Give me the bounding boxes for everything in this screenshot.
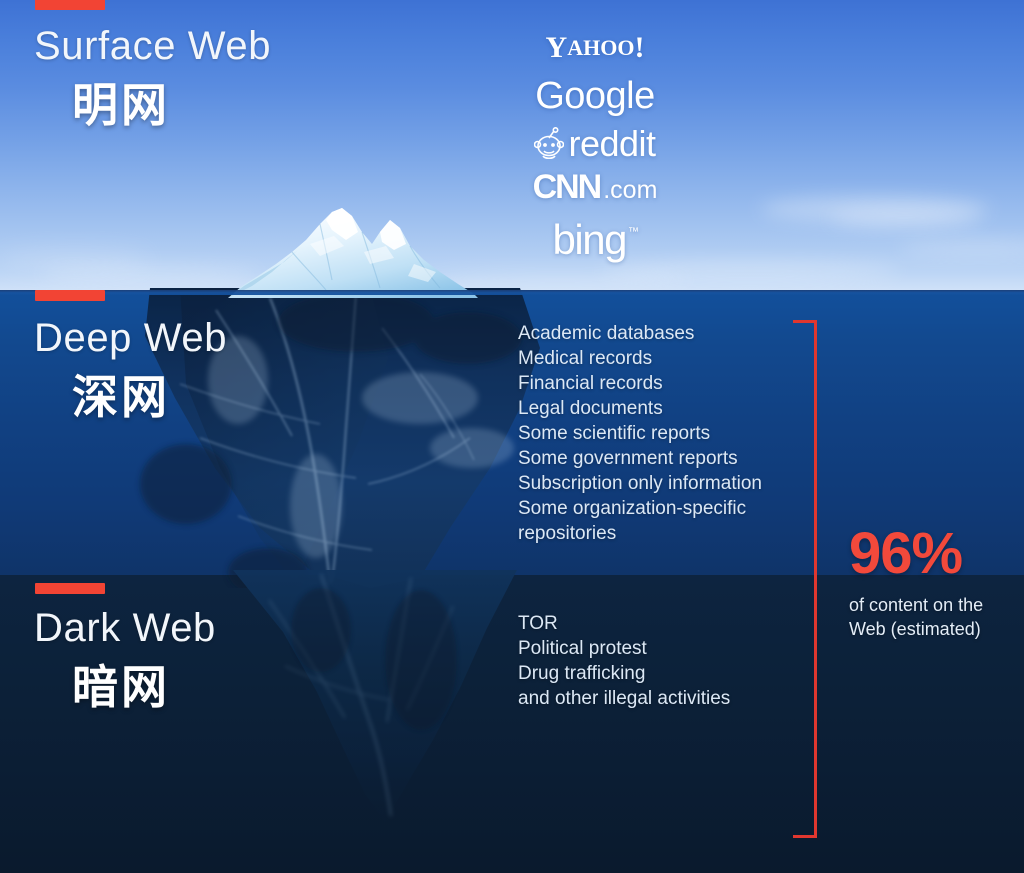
- surface-web-brand-list: Y AHOO! Google reddit CNN .com bing ™: [470, 24, 720, 264]
- list-item: Some government reports: [518, 448, 738, 469]
- reddit-alien-icon: [534, 126, 565, 161]
- bing-logo-text: bing: [552, 216, 628, 263]
- list-item: and other illegal activities: [518, 688, 731, 709]
- yahoo-logo-y: Y: [545, 31, 568, 64]
- section-label-deep: Deep Web 深网: [34, 318, 227, 420]
- cloud-icon: [830, 208, 980, 228]
- dark-web-content-list: TOR Political protest Drug trafficking a…: [518, 611, 730, 711]
- cnn-logo-text: CNN: [532, 168, 603, 206]
- bing-logo: bing ™: [552, 216, 639, 264]
- cnn-logo: CNN .com: [533, 168, 658, 216]
- dark-web-title-cn: 暗网: [72, 661, 170, 713]
- percentage-value: 96%: [849, 521, 963, 586]
- percentage-callout: 96% of content on the Web (estimated): [849, 525, 1024, 641]
- iceberg-web-infographic: Surface Web 明网 Deep Web 深网 Dark Web 暗网 Y…: [0, 0, 1024, 873]
- list-item: Some organization-specific: [518, 498, 747, 519]
- google-logo-text: Google: [535, 74, 655, 117]
- list-item: Drug trafficking: [518, 663, 646, 684]
- list-item: Political protest: [518, 638, 647, 659]
- yahoo-logo-bang: !: [634, 31, 645, 64]
- deep-web-content-list: Academic databases Medical records Finan…: [518, 321, 762, 546]
- google-logo: Google: [535, 72, 655, 120]
- list-item: repositories: [518, 523, 617, 544]
- yahoo-logo: Y AHOO!: [546, 24, 645, 72]
- list-item: TOR: [518, 613, 558, 634]
- percentage-caption: of content on the Web (estimated): [849, 593, 1024, 641]
- dark-web-title-en: Dark Web: [34, 606, 216, 650]
- accent-bar-dark: [35, 583, 105, 594]
- list-item: Medical records: [518, 348, 653, 369]
- yahoo-logo-ahoo: AHOO: [567, 35, 635, 60]
- accent-bar-surface: [35, 0, 105, 10]
- section-label-dark: Dark Web 暗网: [34, 608, 216, 710]
- bracket-top-tick: [793, 320, 817, 323]
- surface-web-title-cn: 明网: [72, 79, 170, 131]
- cloud-icon: [900, 240, 1024, 256]
- section-label-surface: Surface Web 明网: [34, 26, 271, 128]
- list-item: Academic databases: [518, 323, 695, 344]
- list-item: Some scientific reports: [518, 423, 711, 444]
- list-item: Subscription only information: [518, 473, 762, 494]
- percentage-caption-line1: of content on the: [849, 595, 984, 615]
- percentage-bracket: [793, 320, 817, 838]
- waterline-divider: [0, 290, 1024, 295]
- bracket-vertical-line: [814, 320, 817, 838]
- percentage-caption-line2: Web (estimated): [849, 619, 981, 639]
- cloud-icon: [430, 272, 690, 286]
- cnn-logo-dotcom: .com: [603, 176, 658, 204]
- reddit-logo-text: reddit: [568, 123, 656, 164]
- list-item: Financial records: [518, 373, 663, 394]
- bracket-bottom-tick: [793, 835, 817, 838]
- deep-web-title-en: Deep Web: [34, 316, 228, 360]
- bing-logo-tm: ™: [627, 226, 639, 238]
- accent-bar-deep: [35, 290, 105, 301]
- cloud-icon: [0, 250, 150, 272]
- surface-web-title-en: Surface Web: [34, 24, 272, 68]
- list-item: Legal documents: [518, 398, 663, 419]
- deep-web-title-cn: 深网: [72, 371, 170, 423]
- reddit-logo: reddit: [534, 120, 656, 168]
